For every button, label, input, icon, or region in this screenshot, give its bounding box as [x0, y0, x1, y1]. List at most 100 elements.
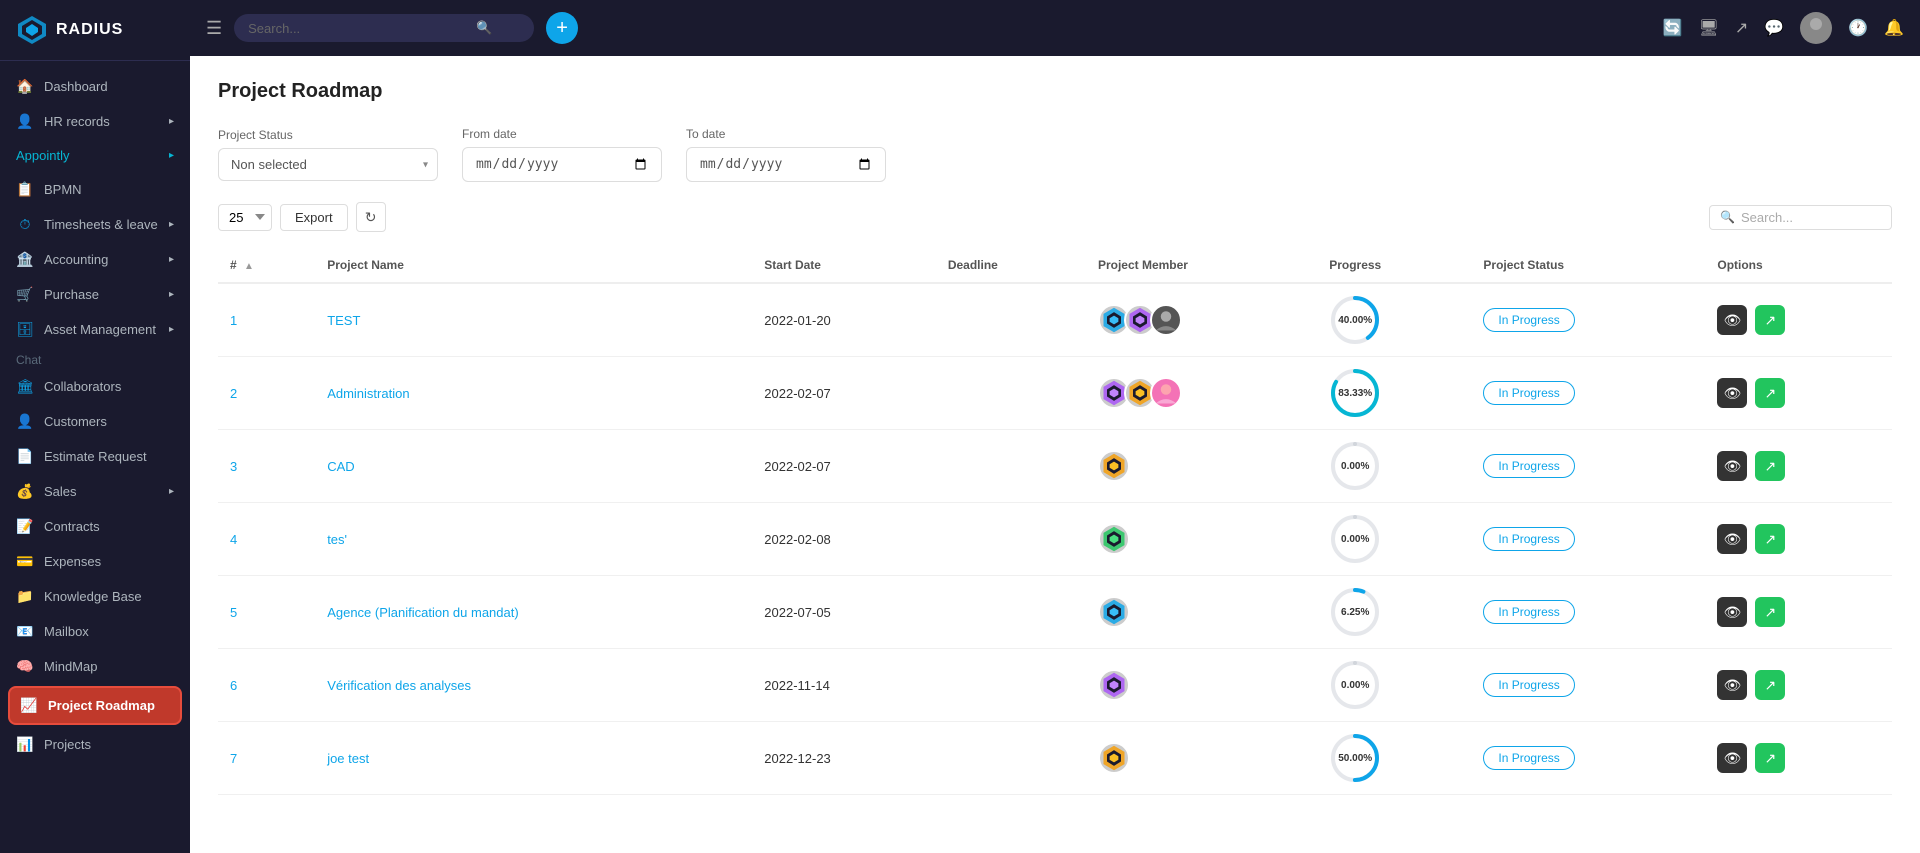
sidebar-item-estimate-request[interactable]: 📄 Estimate Request [0, 439, 190, 474]
share-icon[interactable]: ↗ [1735, 18, 1748, 38]
message-icon[interactable]: 💬 [1764, 18, 1784, 38]
options-cell: 👁 ↗ [1717, 597, 1880, 627]
sidebar-item-mailbox[interactable]: 📧 Mailbox [0, 614, 190, 649]
sidebar-section-chat: Chat [0, 347, 190, 369]
cell-name[interactable]: Vérification des analyses [315, 649, 752, 722]
refresh-icon: ↻ [365, 209, 377, 226]
progress-label: 50.00% [1338, 753, 1372, 764]
sidebar-item-asset-management[interactable]: 🗄 Asset Management ▸ [0, 312, 190, 347]
cell-name[interactable]: tes' [315, 503, 752, 576]
knowledge-icon: 📁 [16, 588, 34, 605]
history-icon[interactable]: 🔄 [1663, 18, 1683, 38]
table-search-input[interactable] [1741, 210, 1881, 225]
sort-icon[interactable]: ▲ [244, 261, 254, 272]
to-date-input[interactable] [686, 147, 886, 182]
cell-start-date: 2022-07-05 [752, 576, 936, 649]
sidebar-item-mindmap[interactable]: 🧠 MindMap [0, 649, 190, 684]
from-date-label: From date [462, 127, 662, 141]
table-search: 🔍 [1709, 205, 1892, 230]
edit-button[interactable]: ↗ [1755, 305, 1785, 335]
cell-options: 👁 ↗ [1705, 283, 1892, 357]
project-status-select[interactable]: Non selected In Progress Completed [218, 148, 438, 181]
hamburger-icon[interactable]: ☰ [206, 18, 222, 39]
avatar[interactable] [1800, 12, 1832, 44]
cell-options: 👁 ↗ [1705, 722, 1892, 795]
bpmn-icon: 📋 [16, 181, 34, 198]
edit-button[interactable]: ↗ [1755, 378, 1785, 408]
search-input[interactable] [248, 21, 468, 36]
sidebar-item-knowledge-base[interactable]: 📁 Knowledge Base [0, 579, 190, 614]
export-button[interactable]: Export [280, 204, 348, 231]
per-page-select[interactable]: 25 50 100 [218, 204, 272, 231]
member-avatars [1098, 742, 1305, 774]
progress-circle: 0.00% [1329, 513, 1381, 565]
logo[interactable]: RADIUS [0, 0, 190, 61]
add-button[interactable]: + [546, 12, 578, 44]
view-button[interactable]: 👁 [1717, 451, 1747, 481]
bell-icon[interactable]: 🔔 [1884, 18, 1904, 38]
progress-label: 40.00% [1338, 315, 1372, 326]
from-date-input[interactable] [462, 147, 662, 182]
clock-icon[interactable]: 🕐 [1848, 18, 1868, 38]
sidebar-item-purchase[interactable]: 🛒 Purchase ▸ [0, 277, 190, 312]
cell-name[interactable]: joe test [315, 722, 752, 795]
refresh-button[interactable]: ↻ [356, 202, 386, 232]
sidebar-item-hr-records[interactable]: 👤 HR records ▸ [0, 104, 190, 139]
sidebar-item-timesheets[interactable]: ⏱ Timesheets & leave ▸ [0, 207, 190, 242]
cell-deadline [936, 722, 1086, 795]
progress-circle: 0.00% [1329, 659, 1381, 711]
view-button[interactable]: 👁 [1717, 378, 1747, 408]
cell-progress: 0.00% [1317, 503, 1471, 576]
edit-button[interactable]: ↗ [1755, 670, 1785, 700]
member-avatar [1150, 377, 1182, 409]
sidebar-item-accounting[interactable]: 🏦 Accounting ▸ [0, 242, 190, 277]
view-button[interactable]: 👁 [1717, 597, 1747, 627]
col-num: # ▲ [218, 248, 315, 283]
sidebar-item-project-roadmap[interactable]: 📈 Project Roadmap [8, 686, 182, 725]
contracts-icon: 📝 [16, 518, 34, 535]
cell-name[interactable]: CAD [315, 430, 752, 503]
sidebar-item-expenses[interactable]: 💳 Expenses [0, 544, 190, 579]
options-cell: 👁 ↗ [1717, 743, 1880, 773]
view-button[interactable]: 👁 [1717, 743, 1747, 773]
from-date-filter: From date [462, 127, 662, 182]
col-member: Project Member [1086, 248, 1317, 283]
sidebar-item-collaborators[interactable]: 🏛 Collaborators [0, 369, 190, 404]
sidebar-item-label: Appointly [16, 148, 69, 163]
cell-name[interactable]: Administration [315, 357, 752, 430]
project-status-filter: Project Status Non selected In Progress … [218, 128, 438, 181]
clock-icon: ⏱ [16, 216, 34, 233]
cell-name[interactable]: Agence (Planification du mandat) [315, 576, 752, 649]
chevron-icon: ▸ [169, 219, 174, 230]
member-avatar [1098, 669, 1130, 701]
sidebar-item-dashboard[interactable]: 🏠 Dashboard [0, 69, 190, 104]
edit-button[interactable]: ↗ [1755, 597, 1785, 627]
edit-button[interactable]: ↗ [1755, 524, 1785, 554]
sidebar-item-customers[interactable]: 👤 Customers [0, 404, 190, 439]
sidebar-item-bpmn[interactable]: 📋 BPMN [0, 172, 190, 207]
view-button[interactable]: 👁 [1717, 524, 1747, 554]
sidebar-item-appointly[interactable]: Appointly ▸ [0, 139, 190, 172]
logo-icon [16, 14, 48, 46]
edit-button[interactable]: ↗ [1755, 451, 1785, 481]
sidebar-item-contracts[interactable]: 📝 Contracts [0, 509, 190, 544]
view-button[interactable]: 👁 [1717, 670, 1747, 700]
view-button[interactable]: 👁 [1717, 305, 1747, 335]
edit-button[interactable]: ↗ [1755, 743, 1785, 773]
progress-circle: 83.33% [1329, 367, 1381, 419]
avatar-image [1800, 12, 1832, 44]
status-badge: In Progress [1483, 673, 1574, 697]
status-badge: In Progress [1483, 600, 1574, 624]
member-avatar [1098, 523, 1130, 555]
monitor-icon[interactable]: 🖥 [1699, 18, 1719, 38]
member-avatars [1098, 669, 1305, 701]
cell-name[interactable]: TEST [315, 283, 752, 357]
to-date-label: To date [686, 127, 886, 141]
cell-start-date: 2022-11-14 [752, 649, 936, 722]
cell-num: 5 [218, 576, 315, 649]
sidebar-item-sales[interactable]: 💰 Sales ▸ [0, 474, 190, 509]
cell-deadline [936, 576, 1086, 649]
sidebar-item-projects[interactable]: 📊 Projects [0, 727, 190, 762]
table-row: 4 tes' 2022-02-08 0.00% In Progress 👁 ↗ [218, 503, 1892, 576]
table-header: # ▲ Project Name Start Date Deadline Pro… [218, 248, 1892, 283]
